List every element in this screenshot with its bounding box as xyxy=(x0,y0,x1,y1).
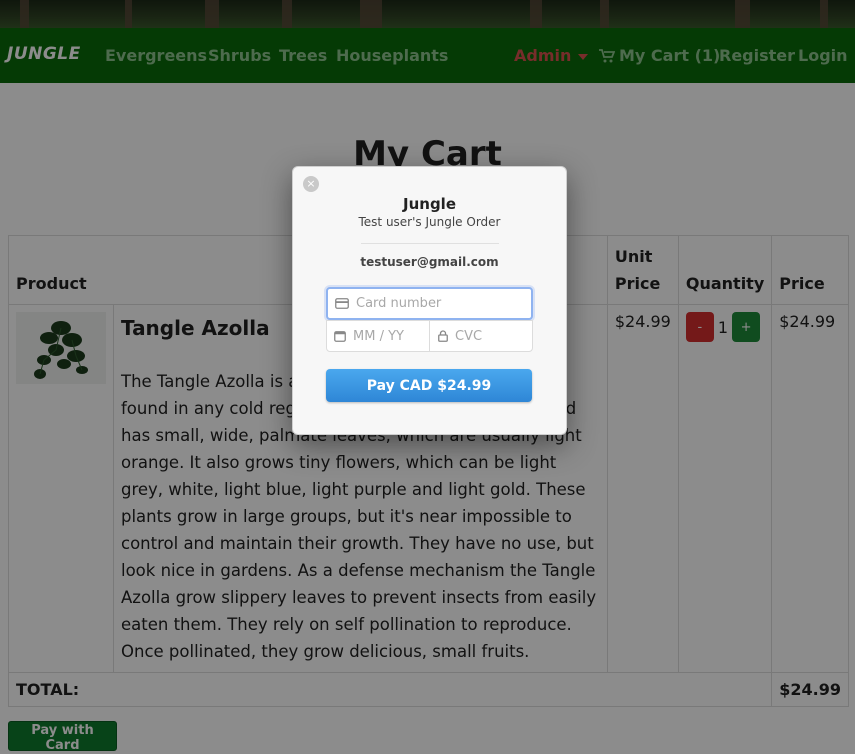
lock-icon xyxy=(438,330,448,342)
expiry-field xyxy=(326,320,430,352)
pay-button[interactable]: Pay CAD $24.99 xyxy=(326,369,532,402)
divider xyxy=(361,243,499,244)
cvc-field xyxy=(429,320,533,352)
expiry-input[interactable] xyxy=(353,328,429,344)
modal-backdrop-top xyxy=(0,0,855,83)
credit-card-icon xyxy=(335,298,349,309)
close-icon[interactable]: × xyxy=(303,176,319,192)
checkout-title: Jungle xyxy=(403,195,456,213)
checkout-modal: × Jungle Test user's Jungle Order testus… xyxy=(292,166,567,435)
checkout-email[interactable]: testuser@gmail.com xyxy=(293,255,566,269)
card-number-field xyxy=(326,287,533,320)
calendar-icon xyxy=(334,331,346,342)
cvc-input[interactable] xyxy=(455,328,532,344)
checkout-subtitle: Test user's Jungle Order xyxy=(358,215,501,229)
card-number-input[interactable] xyxy=(356,296,531,311)
